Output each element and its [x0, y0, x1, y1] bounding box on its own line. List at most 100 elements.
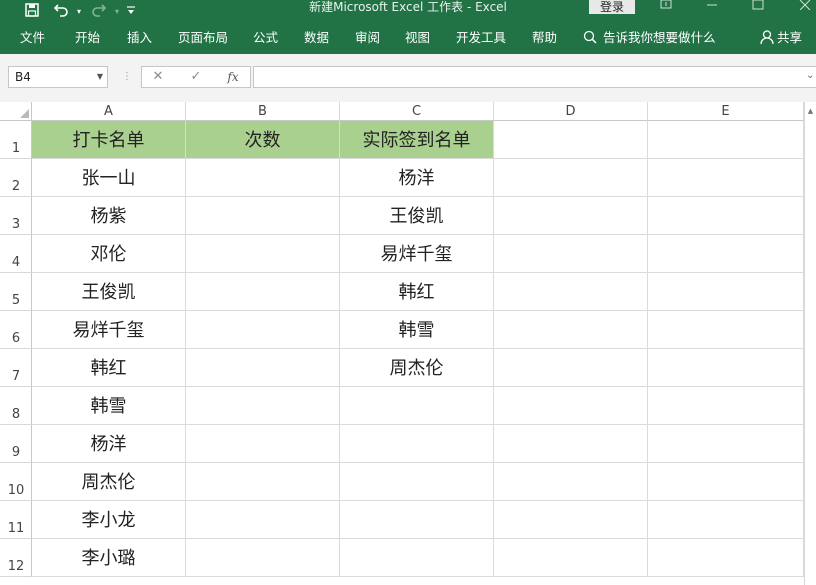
row-header-5[interactable]: 5 [0, 273, 32, 311]
cell-a12[interactable]: 李小璐 [32, 539, 186, 577]
tab-file[interactable]: 文件 [20, 24, 45, 54]
formula-input[interactable] [253, 66, 816, 88]
login-button[interactable]: 登录 [589, 0, 635, 14]
row-header-4[interactable]: 4 [0, 235, 32, 273]
tab-formulas[interactable]: 公式 [253, 24, 278, 54]
column-header-d[interactable]: D [494, 102, 648, 121]
vertical-scrollbar[interactable]: ▲ [804, 102, 816, 585]
cell-e6[interactable] [648, 311, 804, 349]
cell-a10[interactable]: 周杰伦 [32, 463, 186, 501]
cell-a1[interactable]: 打卡名单 [32, 121, 186, 159]
cell-c11[interactable] [340, 501, 494, 539]
cell-d3[interactable] [494, 197, 648, 235]
row-header-11[interactable]: 11 [0, 501, 32, 539]
cell-d5[interactable] [494, 273, 648, 311]
name-box[interactable]: B4 ▼ [8, 66, 108, 88]
expand-formula-bar-icon[interactable]: ⌄ [806, 70, 814, 81]
cell-e2[interactable] [648, 159, 804, 197]
cell-d12[interactable] [494, 539, 648, 577]
row-header-3[interactable]: 3 [0, 197, 32, 235]
cell-b10[interactable] [186, 463, 340, 501]
cell-e5[interactable] [648, 273, 804, 311]
cell-b4[interactable] [186, 235, 340, 273]
column-header-b[interactable]: B [186, 102, 340, 121]
cell-d9[interactable] [494, 425, 648, 463]
cell-d11[interactable] [494, 501, 648, 539]
cell-e4[interactable] [648, 235, 804, 273]
chevron-down-icon[interactable]: ▼ [97, 67, 103, 87]
cell-d10[interactable] [494, 463, 648, 501]
cell-d2[interactable] [494, 159, 648, 197]
cell-c2[interactable]: 杨洋 [340, 159, 494, 197]
scroll-up-icon[interactable]: ▲ [805, 102, 816, 120]
cell-e7[interactable] [648, 349, 804, 387]
cell-d8[interactable] [494, 387, 648, 425]
cell-c7[interactable]: 周杰伦 [340, 349, 494, 387]
row-header-7[interactable]: 7 [0, 349, 32, 387]
minimize-icon[interactable] [697, 0, 727, 14]
cell-e12[interactable] [648, 539, 804, 577]
column-header-c[interactable]: C [340, 102, 494, 121]
cell-c6[interactable]: 韩雪 [340, 311, 494, 349]
cell-c5[interactable]: 韩红 [340, 273, 494, 311]
ribbon-display-options-icon[interactable] [651, 0, 681, 14]
cell-c3[interactable]: 王俊凯 [340, 197, 494, 235]
cell-d4[interactable] [494, 235, 648, 273]
cell-e11[interactable] [648, 501, 804, 539]
cell-c4[interactable]: 易烊千玺 [340, 235, 494, 273]
tab-help[interactable]: 帮助 [532, 24, 557, 54]
cell-d1[interactable] [494, 121, 648, 159]
cell-c8[interactable] [340, 387, 494, 425]
select-all-corner[interactable] [0, 102, 32, 121]
tab-home[interactable]: 开始 [75, 24, 100, 54]
cell-c1[interactable]: 实际签到名单 [340, 121, 494, 159]
cell-a2[interactable]: 张一山 [32, 159, 186, 197]
cell-e9[interactable] [648, 425, 804, 463]
cell-a5[interactable]: 王俊凯 [32, 273, 186, 311]
splitter-handle-icon[interactable]: ⋮ [122, 68, 132, 86]
tab-data[interactable]: 数据 [304, 24, 329, 54]
cell-e8[interactable] [648, 387, 804, 425]
row-header-6[interactable]: 6 [0, 311, 32, 349]
insert-function-icon[interactable]: fx [223, 67, 243, 87]
tab-page-layout[interactable]: 页面布局 [178, 24, 228, 54]
cancel-icon[interactable]: ✕ [148, 67, 168, 87]
maximize-icon[interactable] [743, 0, 773, 14]
cell-b11[interactable] [186, 501, 340, 539]
close-icon[interactable] [790, 0, 816, 14]
cell-c12[interactable] [340, 539, 494, 577]
tell-me-search[interactable]: 告诉我你想要做什么 [583, 24, 716, 54]
cell-b8[interactable] [186, 387, 340, 425]
cell-a8[interactable]: 韩雪 [32, 387, 186, 425]
row-header-1[interactable]: 1 [0, 121, 32, 159]
cell-b3[interactable] [186, 197, 340, 235]
cell-a11[interactable]: 李小龙 [32, 501, 186, 539]
row-header-9[interactable]: 9 [0, 425, 32, 463]
worksheet-grid[interactable]: A B C D E ▲ 1 打卡名单 次数 实际签到名单 2 张一山 杨洋 3 杨紫 王俊凯 4 邓伦… [0, 102, 816, 585]
row-header-12[interactable]: 12 [0, 539, 32, 577]
cell-a3[interactable]: 杨紫 [32, 197, 186, 235]
cell-b1[interactable]: 次数 [186, 121, 340, 159]
cell-b7[interactable] [186, 349, 340, 387]
cell-a4[interactable]: 邓伦 [32, 235, 186, 273]
cell-d6[interactable] [494, 311, 648, 349]
tab-view[interactable]: 视图 [405, 24, 430, 54]
cell-a7[interactable]: 韩红 [32, 349, 186, 387]
column-header-e[interactable]: E [648, 102, 804, 121]
cell-d7[interactable] [494, 349, 648, 387]
row-header-10[interactable]: 10 [0, 463, 32, 501]
cell-a6[interactable]: 易烊千玺 [32, 311, 186, 349]
cell-c10[interactable] [340, 463, 494, 501]
cell-e10[interactable] [648, 463, 804, 501]
cell-b12[interactable] [186, 539, 340, 577]
row-header-2[interactable]: 2 [0, 159, 32, 197]
cell-b2[interactable] [186, 159, 340, 197]
cell-c9[interactable] [340, 425, 494, 463]
cell-b9[interactable] [186, 425, 340, 463]
row-header-8[interactable]: 8 [0, 387, 32, 425]
cell-e1[interactable] [648, 121, 804, 159]
tab-insert[interactable]: 插入 [127, 24, 152, 54]
column-header-a[interactable]: A [32, 102, 186, 121]
tab-review[interactable]: 审阅 [355, 24, 380, 54]
cell-b6[interactable] [186, 311, 340, 349]
